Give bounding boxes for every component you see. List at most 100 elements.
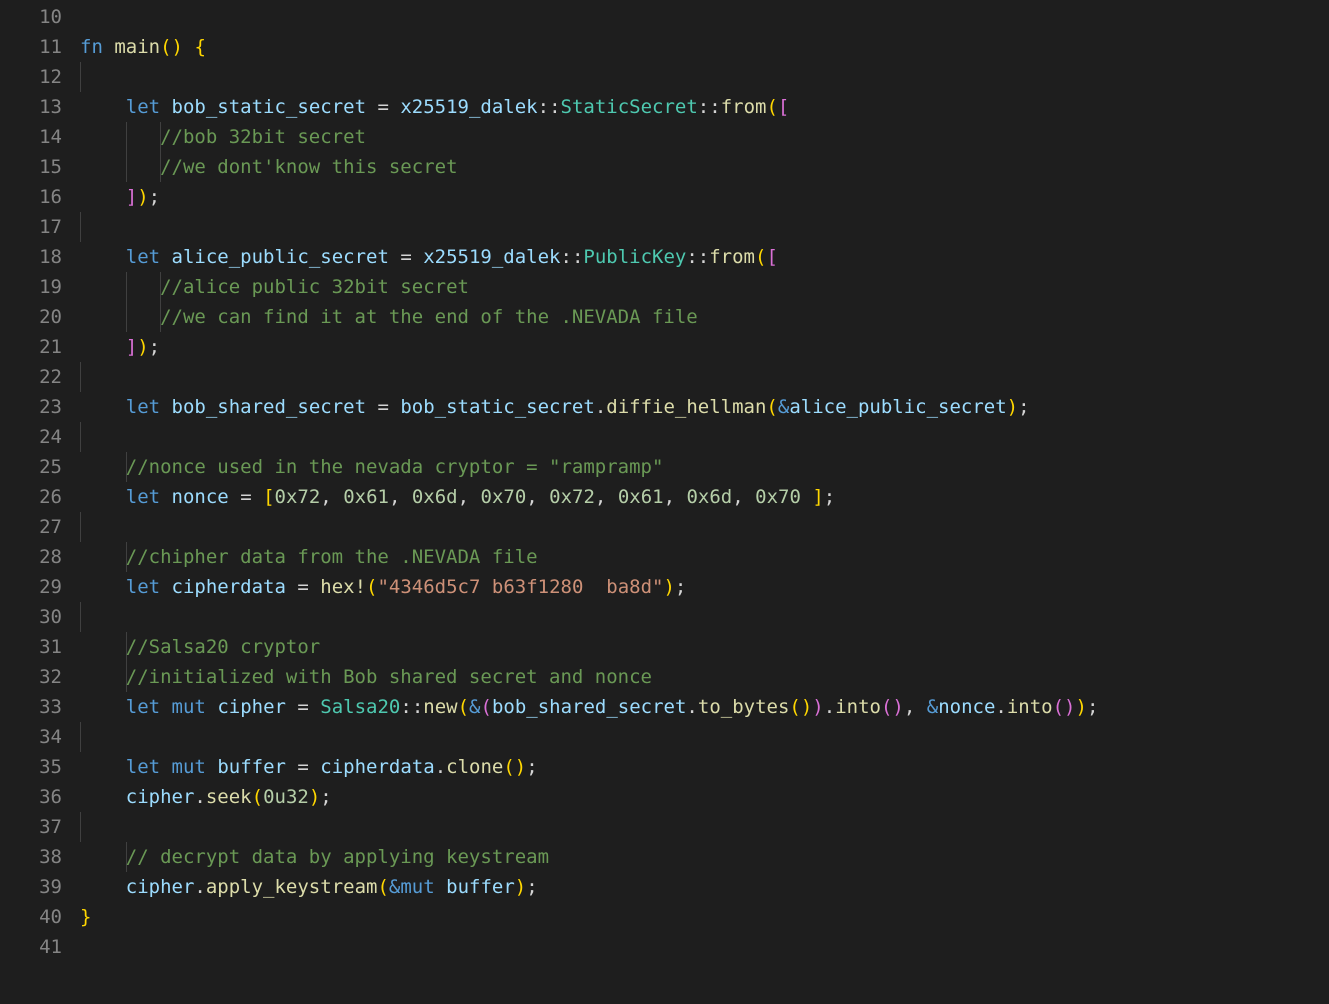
line-number: 19 [0, 272, 62, 302]
line-number: 29 [0, 572, 62, 602]
code-line[interactable] [80, 2, 1329, 32]
code-line[interactable]: //chipher data from the .NEVADA file [80, 542, 1329, 572]
token-amp: & [778, 396, 789, 418]
token-kw: fn [80, 36, 114, 58]
token-type: PublicKey [583, 246, 686, 268]
code-line[interactable] [80, 422, 1329, 452]
line-number: 24 [0, 422, 62, 452]
code-line[interactable]: //we dont'know this secret [80, 152, 1329, 182]
token-fnname: new [423, 696, 457, 718]
token-var: bob_shared_secret [172, 396, 366, 418]
token-brace2: ( [458, 696, 469, 718]
code-line[interactable]: let mut buffer = cipherdata.clone(); [80, 752, 1329, 782]
code-line[interactable] [80, 722, 1329, 752]
line-number: 14 [0, 122, 62, 152]
token-brace: ) [812, 696, 823, 718]
code-line[interactable]: ]); [80, 332, 1329, 362]
code-line[interactable]: let nonce = [0x72, 0x61, 0x6d, 0x70, 0x7… [80, 482, 1329, 512]
token-punct [126, 156, 160, 178]
code-line[interactable] [80, 212, 1329, 242]
line-number: 10 [0, 2, 62, 32]
token-brace: ( [481, 696, 492, 718]
code-line[interactable]: cipher.seek(0u32); [80, 782, 1329, 812]
code-line[interactable]: ]); [80, 182, 1329, 212]
code-line[interactable] [80, 62, 1329, 92]
token-punct: , [904, 696, 927, 718]
code-line[interactable] [80, 512, 1329, 542]
token-punct [80, 666, 126, 688]
token-punct [183, 36, 194, 58]
token-brace2: ) [137, 186, 148, 208]
token-punct: = [286, 696, 320, 718]
token-punct: , [458, 486, 481, 508]
token-num: 0x6d [686, 486, 732, 508]
line-number: 21 [0, 332, 62, 362]
token-punct: :: [686, 246, 709, 268]
token-punct [206, 696, 217, 718]
token-brace2: ) [137, 336, 148, 358]
token-num: 0x70 [755, 486, 801, 508]
token-num: 0x72 [275, 486, 321, 508]
token-var: cipherdata [172, 576, 286, 598]
token-kw: let [126, 696, 160, 718]
token-punct: = [366, 96, 400, 118]
code-line[interactable]: } [80, 902, 1329, 932]
token-cmt: //nonce used in the nevada cryptor = "ra… [126, 456, 664, 478]
token-var: alice_public_secret [789, 396, 1006, 418]
code-line[interactable]: //alice public 32bit secret [80, 272, 1329, 302]
code-line[interactable]: fn main() { [80, 32, 1329, 62]
line-number: 17 [0, 212, 62, 242]
token-brace: ] [126, 186, 137, 208]
token-kw: let [126, 246, 160, 268]
token-var: buffer [446, 876, 515, 898]
token-punct [80, 306, 126, 328]
code-line[interactable]: let bob_shared_secret = bob_static_secre… [80, 392, 1329, 422]
token-brace2: ) [1007, 396, 1018, 418]
code-line[interactable]: //Salsa20 cryptor [80, 632, 1329, 662]
token-fnname: to_bytes [698, 696, 790, 718]
token-punct [126, 306, 160, 328]
line-number: 32 [0, 662, 62, 692]
code-line[interactable] [80, 362, 1329, 392]
token-brace: [ [766, 246, 777, 268]
token-punct [160, 756, 171, 778]
token-num: 0x61 [343, 486, 389, 508]
code-line[interactable]: //we can find it at the end of the .NEVA… [80, 302, 1329, 332]
token-punct [80, 696, 126, 718]
code-line[interactable]: let bob_static_secret = x25519_dalek::St… [80, 92, 1329, 122]
code-line[interactable]: let cipherdata = hex!("4346d5c7 b63f1280… [80, 572, 1329, 602]
token-punct: . [435, 756, 446, 778]
code-line[interactable]: //nonce used in the nevada cryptor = "ra… [80, 452, 1329, 482]
token-punct: :: [400, 696, 423, 718]
token-punct: ; [526, 756, 537, 778]
token-var: cipher [126, 786, 195, 808]
token-brace: () [881, 696, 904, 718]
code-line[interactable]: //initialized with Bob shared secret and… [80, 662, 1329, 692]
line-number: 31 [0, 632, 62, 662]
token-num: 0x6d [412, 486, 458, 508]
code-line[interactable]: let alice_public_secret = x25519_dalek::… [80, 242, 1329, 272]
token-type: Salsa20 [320, 696, 400, 718]
code-line[interactable] [80, 812, 1329, 842]
indent-guide [80, 602, 81, 632]
code-line[interactable]: //bob 32bit secret [80, 122, 1329, 152]
code-line[interactable] [80, 602, 1329, 632]
token-var: nonce [172, 486, 229, 508]
code-line[interactable] [80, 932, 1329, 962]
token-punct: . [194, 876, 205, 898]
token-fnname: into [835, 696, 881, 718]
code-line[interactable]: cipher.apply_keystream(&mut buffer); [80, 872, 1329, 902]
token-punct [80, 96, 126, 118]
token-brace2: ( [377, 876, 388, 898]
code-line[interactable]: // decrypt data by applying keystream [80, 842, 1329, 872]
line-number: 41 [0, 932, 62, 962]
code-area[interactable]: fn main() { let bob_static_secret = x255… [80, 2, 1329, 962]
code-line[interactable]: let mut cipher = Salsa20::new(&(bob_shar… [80, 692, 1329, 722]
token-num: 0x70 [481, 486, 527, 508]
token-amp: & [389, 876, 400, 898]
token-punct: ; [675, 576, 686, 598]
token-fnname: from [709, 246, 755, 268]
token-punct: . [194, 786, 205, 808]
token-punct [160, 576, 171, 598]
token-brace: [ [778, 96, 789, 118]
